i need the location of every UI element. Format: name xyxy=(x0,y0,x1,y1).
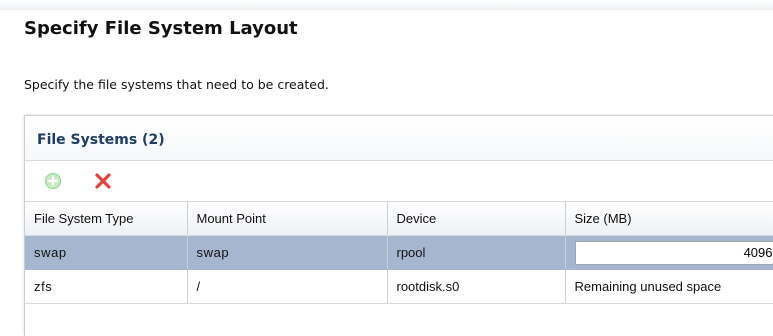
table-toolbar xyxy=(25,161,773,202)
cell-device: rootdisk.s0 xyxy=(387,270,565,304)
column-header-device[interactable]: Device xyxy=(387,202,565,236)
file-systems-table: File System Type Mount Point Device Size… xyxy=(25,202,773,304)
table-row[interactable]: swap swap rpool xyxy=(25,236,773,270)
cell-device: rpool xyxy=(387,236,565,270)
column-header-type[interactable]: File System Type xyxy=(25,202,187,236)
cell-type: zfs xyxy=(25,270,187,304)
page-title: Specify File System Layout xyxy=(24,18,298,39)
panel-title: File Systems (2) xyxy=(37,132,165,148)
size-input[interactable] xyxy=(575,241,773,265)
column-header-mount-point[interactable]: Mount Point xyxy=(187,202,387,236)
cell-mount-point: swap xyxy=(187,236,387,270)
cell-mount-point: / xyxy=(187,270,387,304)
cell-type: swap xyxy=(25,236,187,270)
remove-x-icon xyxy=(94,172,112,190)
panel-header: File Systems (2) xyxy=(25,116,773,161)
table-row[interactable]: zfs / rootdisk.s0 Remaining unused space xyxy=(25,270,773,304)
page-description: Specify the file systems that need to be… xyxy=(24,77,329,92)
column-header-size[interactable]: Size (MB) xyxy=(565,202,773,236)
top-strip xyxy=(0,0,773,10)
add-circle-icon xyxy=(44,172,62,190)
file-systems-panel: File Systems (2) File System Type Mount … xyxy=(24,115,773,336)
table-header-row: File System Type Mount Point Device Size… xyxy=(25,202,773,236)
cell-size xyxy=(565,236,773,270)
add-button[interactable] xyxy=(43,171,63,191)
cell-size: Remaining unused space xyxy=(565,270,773,304)
remove-button[interactable] xyxy=(93,171,113,191)
